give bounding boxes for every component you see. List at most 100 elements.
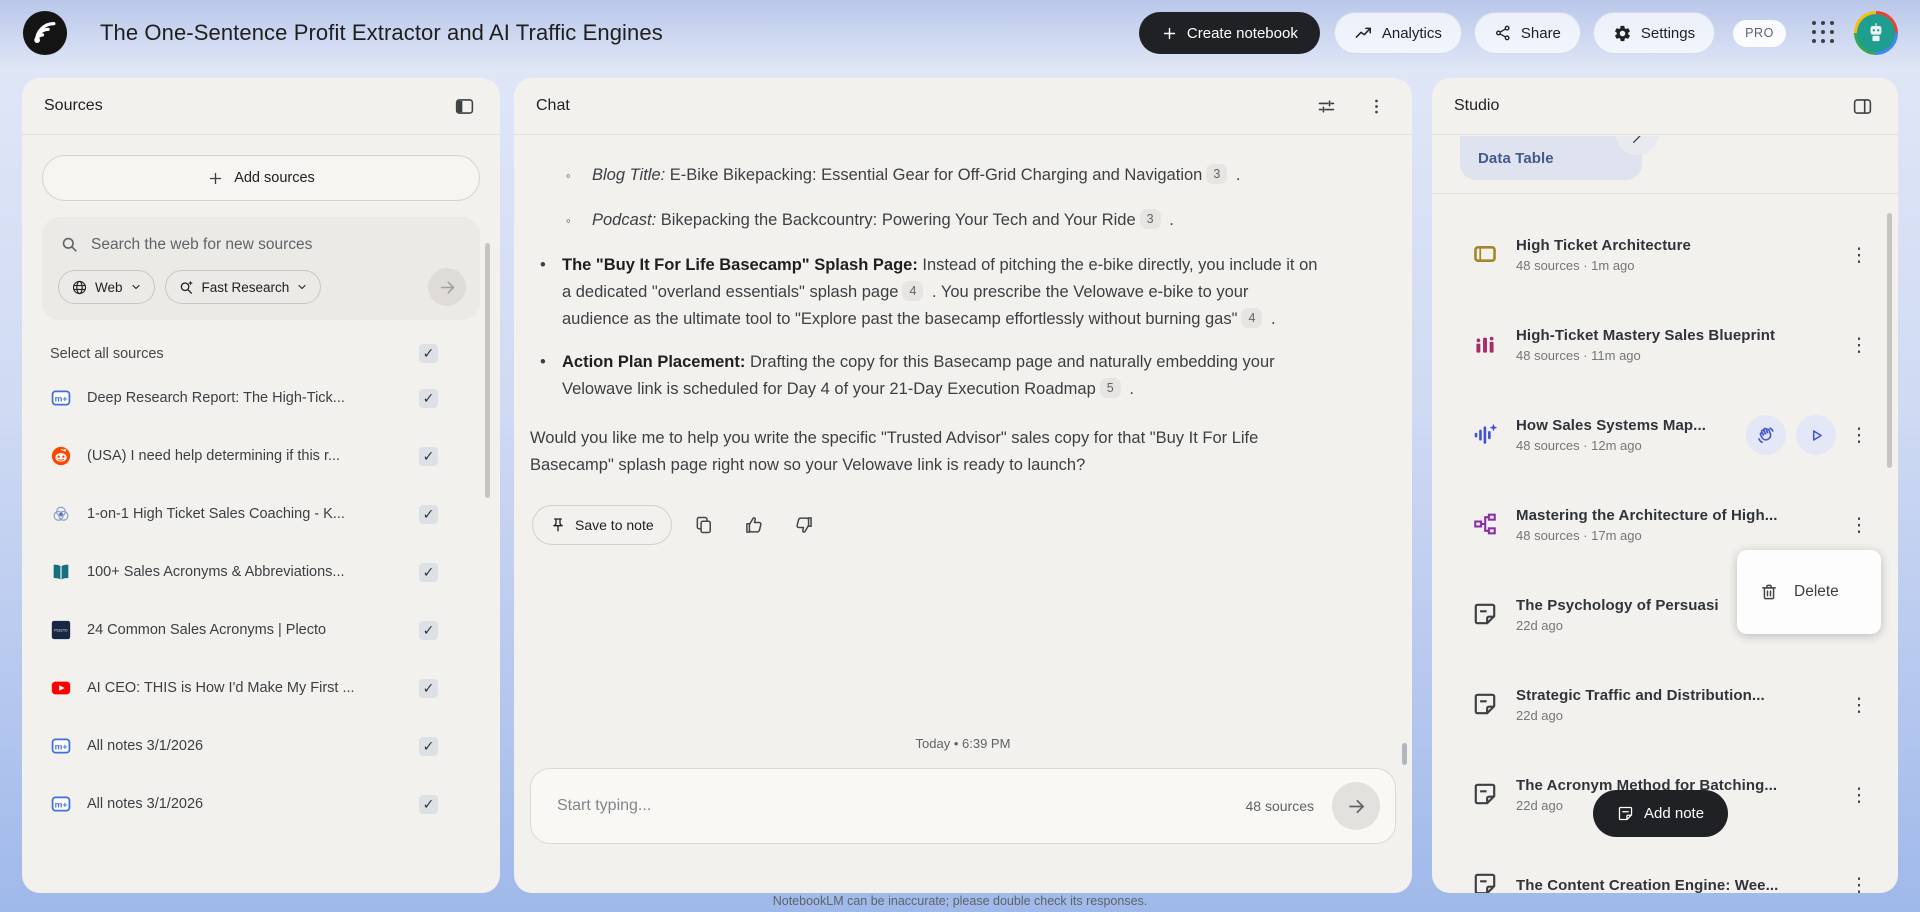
share-icon [1495, 25, 1510, 41]
bullet-marker: • [540, 353, 546, 371]
source-checkbox[interactable]: ✓ [419, 794, 438, 814]
source-row[interactable]: AI CEO: THIS is How I'd Make My First ..… [42, 659, 480, 717]
sources-panel: Sources Add sources Search the web for n… [22, 78, 500, 893]
source-title: 1-on-1 High Ticket Sales Coaching - K... [87, 506, 345, 522]
source-row[interactable]: m+ All notes 3/1/2026 ✓ [42, 775, 480, 833]
share-button[interactable]: Share [1473, 12, 1581, 54]
search-placeholder: Search the web for new sources [91, 235, 313, 253]
studio-item-meta: 22d ago [1516, 708, 1563, 723]
chat-panel-title: Chat [536, 97, 570, 114]
plus-icon [1163, 27, 1176, 39]
source-row[interactable]: m+ Deep Research Report: The High-Tick...… [42, 369, 480, 427]
studio-item-title: Mastering the Architecture of High... [1516, 507, 1778, 524]
chat-text: Action Plan Placement: Drafting the copy… [562, 353, 1275, 398]
chat-input[interactable]: Start typing... 48 sources [530, 768, 1396, 844]
studio-item-row[interactable]: How Sales Systems Map... 48 sources · 12m… [1432, 390, 1898, 480]
source-row[interactable]: (USA) I need help determining if this r.… [42, 427, 480, 485]
source-checkbox[interactable]: ✓ [419, 388, 438, 408]
source-title: All notes 3/1/2026 [87, 796, 204, 812]
citation-chip[interactable]: 5 [1099, 378, 1121, 398]
studio-item-row[interactable]: Strategic Traffic and Distribution... 22d… [1432, 660, 1898, 750]
source-row[interactable]: 100+ Sales Acronyms & Abbreviations... ✓ [42, 543, 480, 601]
citation-chip[interactable]: 3 [1139, 209, 1161, 229]
chat-message-area[interactable]: ◦ Blog Title: E-Bike Bikepacking: Essenti… [514, 136, 1412, 728]
source-checkbox[interactable]: ✓ [419, 620, 438, 640]
select-all-checkbox[interactable]: ✓ [419, 344, 438, 363]
notebooklm-logo-icon[interactable] [22, 10, 68, 56]
citation-chip[interactable]: 4 [902, 281, 924, 301]
source-checkbox[interactable]: ✓ [419, 504, 438, 524]
collapse-sources-panel-icon[interactable] [450, 92, 478, 120]
sources-scrollbar[interactable] [485, 243, 490, 498]
studio-item-row[interactable]: High Ticket Architecture 48 sources · 1m … [1432, 210, 1898, 300]
studio-tiles-strip: Data Table [1432, 136, 1898, 194]
copy-icon[interactable] [686, 507, 722, 543]
research-mode-chip[interactable]: Fast Research [164, 270, 322, 304]
studio-item-more-icon[interactable]: ⋮ [1846, 334, 1872, 357]
assistant-message: ◦ Blog Title: E-Bike Bikepacking: Essenti… [530, 162, 1318, 479]
source-row[interactable]: m+ All notes 3/1/2026 ✓ [42, 717, 480, 775]
search-sparkle-icon [180, 280, 193, 294]
chat-scrollbar[interactable] [1402, 743, 1407, 765]
chat-text: Blog Title: E-Bike Bikepacking: Essentia… [592, 164, 1241, 184]
source-checkbox[interactable]: ✓ [419, 446, 438, 466]
search-submit-button[interactable] [428, 268, 466, 306]
interactive-mode-button[interactable] [1746, 415, 1786, 455]
studio-item-title: The Content Creation Engine: Wee... [1516, 876, 1779, 894]
select-all-label: Select all sources [50, 345, 164, 362]
plus-icon [210, 172, 222, 184]
studio-scrollbar[interactable] [1887, 213, 1892, 468]
studio-item-more-icon[interactable]: ⋮ [1846, 244, 1872, 267]
studio-panel-title: Studio [1454, 97, 1500, 114]
pin-icon [553, 518, 563, 532]
search-input[interactable]: Search the web for new sources [58, 233, 466, 268]
studio-item-more-icon[interactable]: ⋮ [1846, 784, 1872, 807]
save-to-note-button[interactable]: Save to note [532, 505, 672, 545]
source-checkbox[interactable]: ✓ [419, 678, 438, 698]
add-note-button[interactable]: Add note [1593, 790, 1729, 837]
sources-count-label: 48 sources [1245, 798, 1314, 814]
add-sources-button[interactable]: Add sources [42, 155, 480, 201]
source-row[interactable]: 1-on-1 High Ticket Sales Coaching - K...… [42, 485, 480, 543]
studio-item-more-icon[interactable]: ⋮ [1846, 694, 1872, 717]
analytics-button[interactable]: Analytics [1333, 12, 1462, 54]
globe-icon [72, 280, 87, 294]
user-avatar[interactable] [1854, 11, 1898, 55]
studio-item-meta: 48 sources · 17m ago [1516, 528, 1642, 543]
source-row[interactable]: PLECTO 24 Common Sales Acronyms | Plecto ✓ [42, 601, 480, 659]
studio-item-more-icon[interactable]: ⋮ [1846, 514, 1872, 537]
send-message-button[interactable] [1332, 782, 1380, 830]
chat-settings-tune-icon[interactable] [1312, 92, 1340, 120]
svg-text:m+: m+ [55, 799, 68, 809]
web-filter-chip[interactable]: Web [58, 270, 155, 304]
notebooklm-note-icon: m+ [50, 793, 72, 815]
settings-button[interactable]: Settings [1592, 12, 1716, 54]
citation-chip[interactable]: 3 [1206, 164, 1228, 184]
studio-item-text: How Sales Systems Map... 48 sources · 12m… [1516, 417, 1746, 453]
create-notebook-button[interactable]: Create notebook [1138, 12, 1320, 54]
app-header: The One-Sentence Profit Extractor and AI… [0, 0, 1920, 66]
data-table-tile[interactable]: Data Table [1460, 136, 1642, 180]
studio-item-title: High-Ticket Mastery Sales Blueprint [1516, 327, 1776, 344]
trending-up-icon [1355, 27, 1371, 38]
context-menu-delete[interactable]: Delete [1737, 550, 1881, 634]
studio-item-row[interactable]: High-Ticket Mastery Sales Blueprint 48 so… [1432, 300, 1898, 390]
source-checkbox[interactable]: ✓ [419, 736, 438, 756]
collapse-studio-panel-icon[interactable] [1848, 92, 1876, 120]
studio-item-row[interactable]: The Content Creation Engine: Wee... ⋮ [1432, 840, 1898, 893]
chat-more-options-icon[interactable] [1362, 92, 1390, 120]
thumb-up-icon[interactable] [736, 507, 772, 543]
arrow-right-icon [440, 281, 454, 293]
studio-item-more-icon[interactable]: ⋮ [1846, 874, 1872, 894]
source-checkbox[interactable]: ✓ [419, 562, 438, 582]
chat-bullet: • The "Buy It For Life Basecamp" Splash P… [540, 252, 1318, 333]
thumb-down-icon[interactable] [786, 507, 822, 543]
citation-chip[interactable]: 4 [1241, 308, 1263, 328]
play-button[interactable] [1796, 415, 1836, 455]
studio-item-more-icon[interactable]: ⋮ [1846, 424, 1872, 447]
sources-panel-title: Sources [44, 97, 103, 114]
svg-text:PLECTO: PLECTO [54, 629, 68, 633]
google-apps-grid-icon[interactable] [1812, 21, 1836, 45]
studio-item-title: High Ticket Architecture [1516, 237, 1691, 254]
notebook-title: The One-Sentence Profit Extractor and AI… [100, 20, 663, 45]
